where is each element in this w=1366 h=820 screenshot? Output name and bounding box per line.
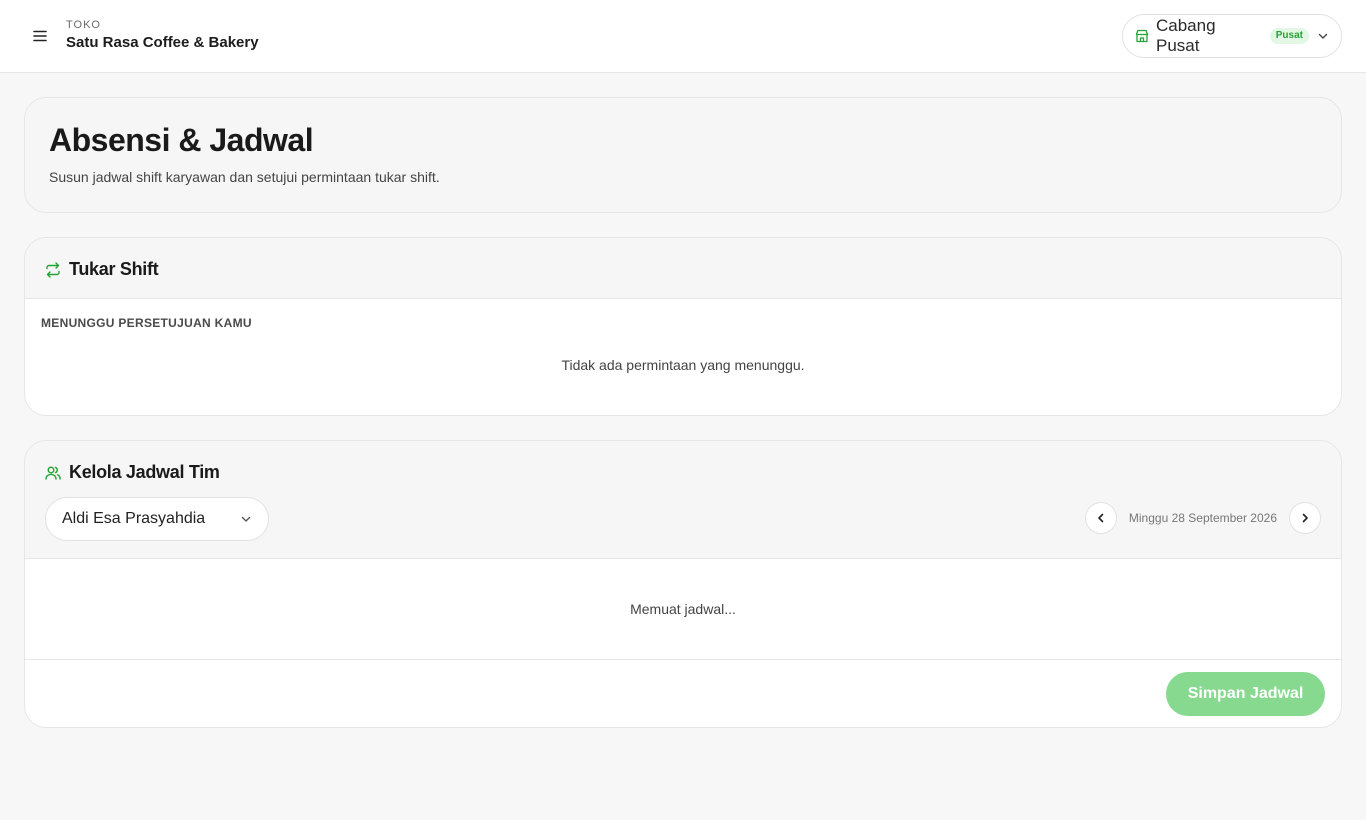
schedule-footer: Simpan Jadwal	[25, 659, 1341, 727]
team-schedule-header: Kelola Jadwal Tim	[45, 462, 220, 483]
store-name: Satu Rasa Coffee & Bakery	[66, 34, 259, 51]
swap-shift-body: MENUNGGU PERSETUJUAN KAMU Tidak ada perm…	[25, 298, 1341, 415]
empty-requests-text: Tidak ada permintaan yang menunggu.	[561, 357, 805, 373]
loading-schedule-text: Memuat jadwal...	[630, 601, 736, 617]
page-header-card: Absensi & Jadwal Susun jadwal shift kary…	[24, 97, 1342, 213]
chevron-down-icon	[1317, 30, 1329, 42]
chevron-down-icon	[240, 513, 252, 525]
branch-badge: Pusat	[1269, 28, 1309, 44]
top-bar: TOKO Satu Rasa Coffee & Bakery Cabang Pu…	[0, 0, 1366, 73]
week-navigator: Minggu 28 September 2026	[1084, 502, 1321, 534]
employee-select[interactable]: Aldi Esa Prasyahdia	[45, 497, 269, 541]
save-schedule-button[interactable]: Simpan Jadwal	[1166, 672, 1325, 716]
page-subtitle: Susun jadwal shift karyawan dan setujui …	[49, 169, 440, 185]
team-schedule-card: Kelola Jadwal Tim Aldi Esa Prasyahdia Mi…	[24, 440, 1342, 728]
next-week-button[interactable]	[1289, 502, 1321, 534]
swap-shift-card: Tukar Shift MENUNGGU PERSETUJUAN KAMU Ti…	[24, 237, 1342, 416]
week-label: Minggu 28 September 2026	[1128, 511, 1277, 525]
store-icon	[1135, 29, 1149, 43]
swap-shift-title: Tukar Shift	[69, 259, 159, 279]
employee-select-value: Aldi Esa Prasyahdia	[62, 510, 206, 527]
chevron-right-icon	[1299, 512, 1311, 524]
users-icon	[45, 465, 61, 481]
schedule-body: Memuat jadwal...	[25, 558, 1341, 659]
branch-label: Cabang Pusat	[1156, 16, 1216, 55]
store-info: TOKO Satu Rasa Coffee & Bakery	[66, 18, 259, 54]
swap-arrows-icon	[45, 261, 61, 278]
swap-shift-header: Tukar Shift	[45, 259, 159, 280]
store-caption: TOKO	[66, 19, 101, 31]
page-title: Absensi & Jadwal	[49, 122, 314, 158]
pending-approval-caption: MENUNGGU PERSETUJUAN KAMU	[41, 316, 252, 330]
hamburger-icon[interactable]	[30, 26, 50, 46]
previous-week-button[interactable]	[1084, 502, 1117, 534]
team-schedule-title: Kelola Jadwal Tim	[69, 462, 220, 482]
branch-selector[interactable]: Cabang Pusat Pusat	[1122, 14, 1342, 58]
chevron-left-icon	[1095, 512, 1107, 524]
